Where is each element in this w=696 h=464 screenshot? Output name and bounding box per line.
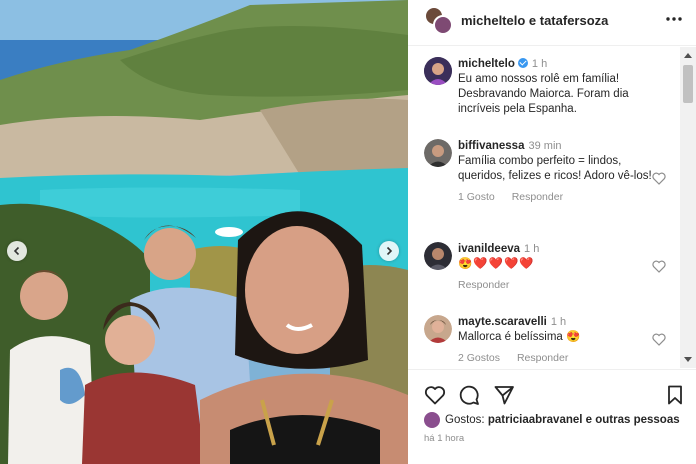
- comment-meta: 2 Gostos Responder: [458, 351, 658, 366]
- caption-username[interactable]: micheltelo: [458, 58, 515, 70]
- caption-text: Eu amo nossos rolê em família! Desbravan…: [458, 73, 629, 115]
- comment-time: 1 h: [550, 316, 567, 328]
- comment-text: Família combo perfeito = lindos, querido…: [458, 155, 652, 182]
- avatar[interactable]: [424, 139, 452, 167]
- caption-time[interactable]: 1 h: [532, 58, 547, 70]
- caption-text-block: micheltelo 1 h Eu amo nossos rolê em famí…: [458, 57, 658, 117]
- avatar-image: [424, 57, 452, 85]
- verified-badge-icon: [517, 58, 528, 68]
- chevron-left-icon: [13, 246, 20, 256]
- comment-text: Mallorca é belíssima 😍: [458, 331, 581, 343]
- comment-text-block: ivanildeeva 1 h 😍❤️❤️❤️❤️ Responder: [458, 242, 658, 293]
- likes-summary[interactable]: Gostos: patriciaabravanel e outras pesso…: [424, 412, 680, 428]
- post-actions: Gostos: patriciaabravanel e outras pesso…: [408, 369, 696, 464]
- heart-outline-icon[interactable]: [652, 260, 666, 273]
- avatar: [424, 412, 440, 428]
- comment-username[interactable]: biffivanessa: [458, 140, 524, 152]
- avatar-image: [424, 315, 452, 343]
- post-header: micheltelo e tatafersoza: [408, 0, 696, 46]
- likes-prefix: Gostos:: [445, 414, 485, 426]
- likes-users[interactable]: patriciaabravanel e outras pessoas: [488, 414, 680, 426]
- post-photo: [0, 0, 408, 464]
- avatar[interactable]: [424, 242, 452, 270]
- reply-button[interactable]: Responder: [458, 279, 509, 291]
- heart-outline-icon[interactable]: [652, 333, 666, 346]
- avatar[interactable]: [424, 57, 452, 85]
- save-bookmark-icon[interactable]: [664, 384, 686, 406]
- avatar-image: [424, 242, 452, 270]
- comment-time: 1 h: [524, 243, 540, 255]
- comment-meta: Responder: [458, 278, 658, 293]
- avatar: [433, 15, 453, 35]
- comments-scrollbar[interactable]: [680, 47, 696, 368]
- comment-username[interactable]: mayte.scaravelli: [458, 316, 547, 328]
- comment-likes[interactable]: 1 Gosto: [458, 191, 495, 203]
- reply-button[interactable]: Responder: [512, 191, 563, 203]
- scrollbar-thumb[interactable]: [683, 65, 693, 103]
- comment-likes[interactable]: 2 Gostos: [458, 352, 500, 364]
- collab-avatars[interactable]: [424, 6, 454, 36]
- post-side-panel: micheltelo e tatafersoza micheltelo 1 h E…: [408, 0, 696, 464]
- heart-outline-icon[interactable]: [652, 172, 666, 185]
- like-heart-icon[interactable]: [424, 384, 446, 406]
- comment-meta: 1 Gosto Responder: [458, 190, 658, 205]
- comment-text-block: biffivanessa 39 min Família combo perfeit…: [458, 139, 658, 205]
- comments-list[interactable]: micheltelo 1 h Eu amo nossos rolê em famí…: [408, 47, 680, 368]
- scroll-up-arrow-icon[interactable]: [684, 53, 692, 58]
- post-time[interactable]: há 1 hora: [424, 433, 464, 444]
- more-horizontal-icon[interactable]: [664, 11, 684, 27]
- post-authors[interactable]: micheltelo e tatafersoza: [461, 13, 608, 28]
- chevron-right-icon: [386, 246, 393, 256]
- comment-username[interactable]: ivanildeeva: [458, 243, 520, 255]
- comment-time: 39 min: [528, 140, 562, 152]
- comment-text-block: mayte.scaravelli 1 h Mallorca é belíssima…: [458, 315, 658, 366]
- post-image: [0, 0, 408, 464]
- share-send-icon[interactable]: [493, 384, 515, 406]
- comment-bubble-icon[interactable]: [458, 384, 480, 406]
- previous-image-button[interactable]: [7, 241, 27, 261]
- next-image-button[interactable]: [379, 241, 399, 261]
- avatar[interactable]: [424, 315, 452, 343]
- avatar-image: [424, 139, 452, 167]
- scroll-down-arrow-icon[interactable]: [684, 357, 692, 362]
- reply-button[interactable]: Responder: [517, 352, 568, 364]
- comment-text: 😍❤️❤️❤️❤️: [458, 258, 535, 270]
